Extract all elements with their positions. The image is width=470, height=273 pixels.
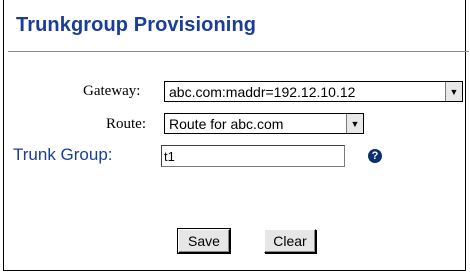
title-divider [8,51,469,52]
provisioning-panel: Trunkgroup Provisioning Gateway: abc.com… [3,0,469,271]
help-icon[interactable]: ? [368,149,382,163]
gateway-select-value: abc.com:maddr=192.12.10.12 [169,83,356,100]
trunk-group-input[interactable]: t1 [161,145,345,167]
chevron-down-icon[interactable]: ▼ [445,82,462,101]
trunk-group-label: Trunk Group: [13,145,113,164]
route-select-value: Route for abc.com [169,115,284,132]
route-label: Route: [106,116,146,132]
gateway-select[interactable]: abc.com:maddr=192.12.10.12 ▼ [164,81,463,102]
chevron-down-icon[interactable]: ▼ [346,114,363,133]
gateway-label: Gateway: [83,83,141,99]
route-select[interactable]: Route for abc.com ▼ [164,113,364,134]
page-title: Trunkgroup Provisioning [16,14,257,36]
save-button[interactable]: Save [177,228,231,254]
clear-button[interactable]: Clear [264,229,316,253]
